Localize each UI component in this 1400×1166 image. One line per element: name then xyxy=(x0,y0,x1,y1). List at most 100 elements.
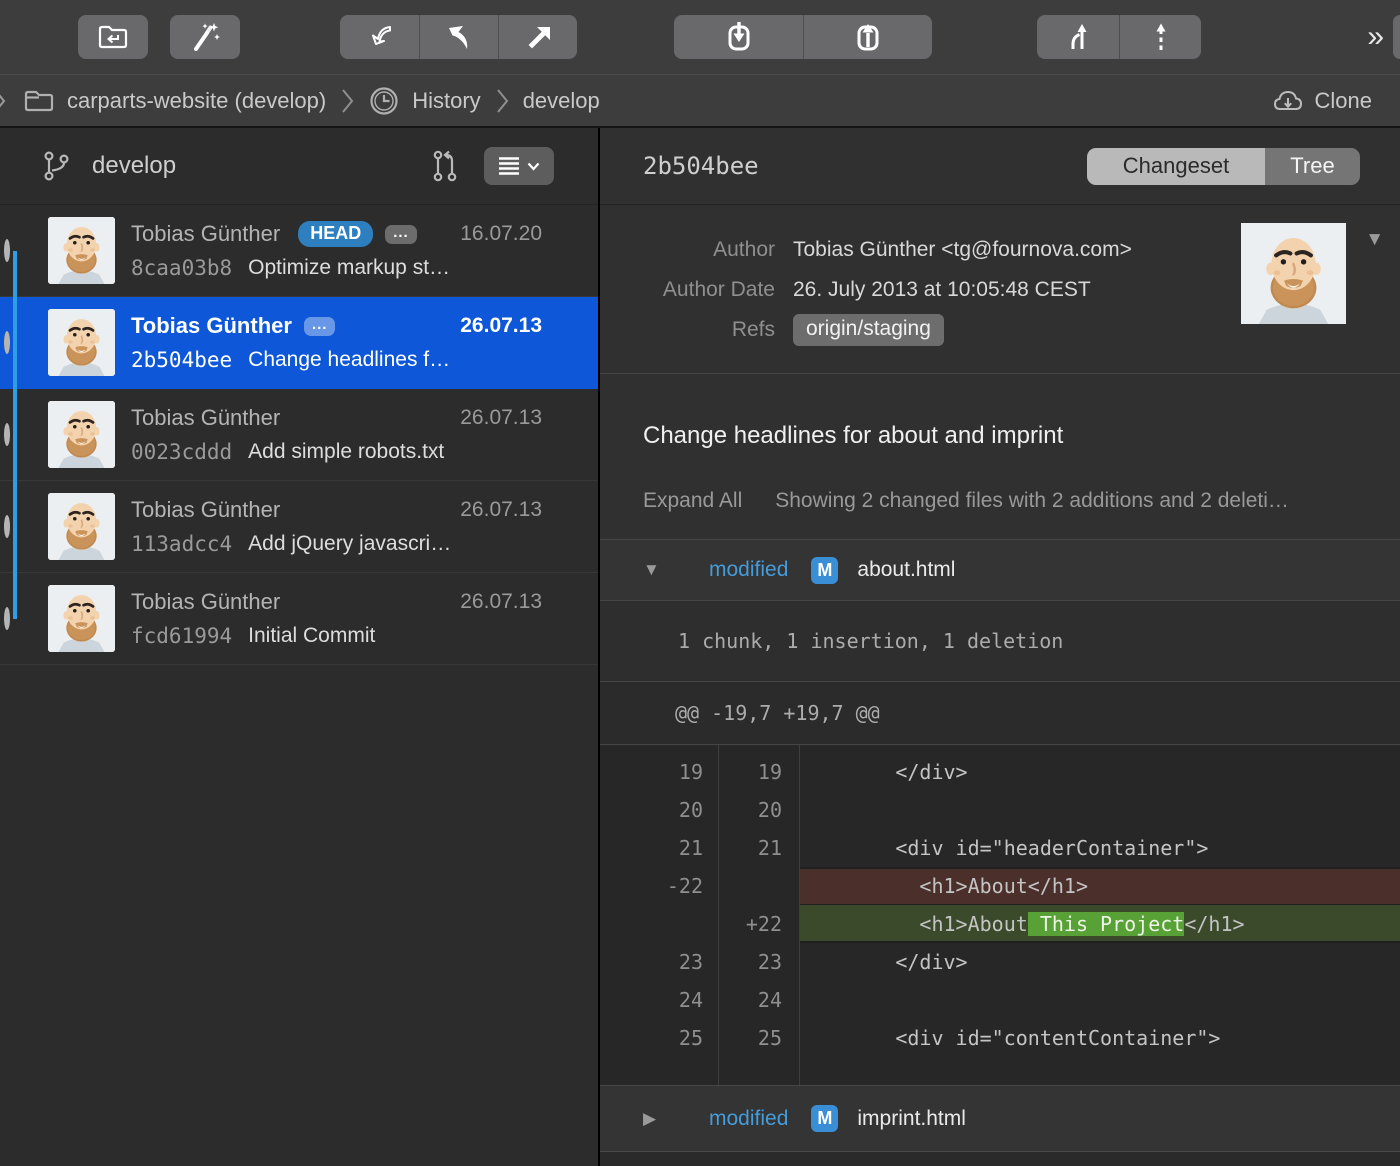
clone-button[interactable]: Clone xyxy=(1271,88,1372,114)
breadcrumb-history[interactable]: History xyxy=(368,85,480,117)
code-text: </div> xyxy=(799,753,1400,791)
code-text xyxy=(799,791,1400,829)
merge-icon xyxy=(1062,21,1094,53)
commit-line1: Tobias Günther26.07.13 xyxy=(131,405,542,431)
magic-wand-icon xyxy=(188,21,222,53)
commit-graph-line xyxy=(13,251,17,619)
code-text xyxy=(799,981,1400,1019)
new-line-number: 19 xyxy=(718,753,799,791)
commit-text: Tobias GüntherHEAD...16.07.208caa03b8Opt… xyxy=(116,221,542,280)
gutter-separator xyxy=(799,745,800,1085)
refs-badge[interactable]: origin/staging xyxy=(793,314,944,346)
commit-text: Tobias Günther...26.07.132b504beeChange … xyxy=(116,313,542,372)
breadcrumb-separator-icon xyxy=(495,86,509,116)
file-row-about[interactable]: ▼ modified M about.html xyxy=(600,539,1400,601)
commit-line2: 8caa03b8Optimize markup st… xyxy=(131,256,542,280)
toolbar-overflow-chevrons-icon[interactable]: » xyxy=(1367,20,1380,54)
pull-icon xyxy=(724,20,754,54)
pull-button[interactable] xyxy=(674,15,803,59)
new-line-number: 24 xyxy=(718,981,799,1019)
curved-arrow-solid-button[interactable] xyxy=(419,15,498,59)
commit-node-icon xyxy=(4,331,10,354)
file-row-imprint[interactable]: ▶ modified M imprint.html xyxy=(600,1085,1400,1151)
merge-button[interactable] xyxy=(1037,15,1119,59)
disclosure-collapsed-icon[interactable]: ▶ xyxy=(643,1109,665,1129)
commit-row[interactable]: Tobias Günther26.07.130023cdddAdd simple… xyxy=(0,389,598,481)
commit-row[interactable]: Tobias Günther26.07.13 fcd61994Initial Co… xyxy=(0,573,598,665)
clone-label: Clone xyxy=(1315,88,1372,114)
more-refs-badge[interactable]: ... xyxy=(385,225,417,244)
file-name: about.html xyxy=(857,558,955,582)
folder-icon xyxy=(23,88,55,114)
sync-group xyxy=(674,15,932,59)
commit-line2: 113adcc4Add jQuery javascri… xyxy=(131,532,542,556)
author-label: Author xyxy=(600,238,775,262)
history-clock-icon xyxy=(368,85,400,117)
expand-all-button[interactable]: Expand All xyxy=(643,489,742,513)
new-line-number: +22 xyxy=(718,905,799,943)
breadcrumb-repo[interactable]: carparts-website (develop) xyxy=(23,88,326,114)
commit-message-section: Change headlines for about and imprint E… xyxy=(600,374,1400,539)
push-icon xyxy=(853,20,883,54)
open-repo-button[interactable] xyxy=(78,15,148,59)
graph-cell xyxy=(0,242,48,260)
commit-author: Tobias Günther xyxy=(131,497,280,523)
old-line-number: 20 xyxy=(600,791,718,829)
commit-list: Tobias GüntherHEAD...16.07.208caa03b8Opt… xyxy=(0,205,598,665)
hunk-header: @@ -19,7 +19,7 @@ xyxy=(600,681,1400,745)
commit-subject: Optimize markup st… xyxy=(248,256,450,280)
list-lines-icon xyxy=(498,156,520,176)
curved-arrow-outline-button[interactable] xyxy=(340,15,419,59)
tab-tree[interactable]: Tree xyxy=(1265,148,1360,185)
commit-date: 26.07.13 xyxy=(460,590,542,614)
breadcrumb-edge-chevron-icon xyxy=(0,86,7,116)
commit-meta: Author Tobias Günther <tg@fournova.com> … xyxy=(600,205,1400,374)
toolbar-clipped-button[interactable] xyxy=(1393,15,1400,59)
commit-subject: Change headlines f… xyxy=(248,348,450,372)
diff-line: 2525 <div id="contentContainer"> xyxy=(600,1019,1400,1057)
code-text: <div id="headerContainer"> xyxy=(799,829,1400,867)
old-line-number: -22 xyxy=(600,867,718,905)
quick-actions-button[interactable] xyxy=(170,15,240,59)
more-refs-badge[interactable]: ... xyxy=(304,317,336,336)
commit-node-icon xyxy=(4,515,10,538)
toolbar: » xyxy=(0,0,1400,74)
breadcrumb-branch-label[interactable]: develop xyxy=(523,88,600,114)
commit-node-icon xyxy=(4,423,10,446)
commit-hash: 2b504bee xyxy=(131,348,232,372)
commit-subject: Add simple robots.txt xyxy=(248,440,444,464)
diff-line: -22 <h1>About</h1> xyxy=(600,867,1400,905)
history-actions-group xyxy=(340,15,577,59)
arrow-up-right-icon xyxy=(520,21,556,53)
diff-line: 1919 </div> xyxy=(600,753,1400,791)
rebase-button[interactable] xyxy=(1119,15,1201,59)
cloud-download-icon xyxy=(1271,88,1305,114)
push-button[interactable] xyxy=(803,15,932,59)
old-line-number: 25 xyxy=(600,1019,718,1057)
commit-avatar xyxy=(48,401,115,468)
new-line-number: 20 xyxy=(718,791,799,829)
compare-icon[interactable] xyxy=(428,147,462,185)
gutter-separator xyxy=(718,745,719,1085)
detail-header: 2b504bee Changeset Tree xyxy=(600,128,1400,205)
commit-date: 16.07.20 xyxy=(460,222,542,246)
commit-line1: Tobias Günther26.07.13 xyxy=(131,589,542,615)
commit-id: 2b504bee xyxy=(643,152,759,180)
avatar-dropdown-icon[interactable]: ▼ xyxy=(1365,229,1384,251)
disclosure-expanded-icon[interactable]: ▼ xyxy=(643,560,665,580)
modified-badge: M xyxy=(811,557,838,584)
arrow-up-right-button[interactable] xyxy=(498,15,577,59)
graph-cell xyxy=(0,334,48,352)
diff-line: 2424 xyxy=(600,981,1400,1019)
commit-row[interactable]: Tobias GüntherHEAD...16.07.208caa03b8Opt… xyxy=(0,205,598,297)
view-options-button[interactable] xyxy=(484,147,554,185)
commit-date: 26.07.13 xyxy=(460,406,542,430)
history-sidebar: develop xyxy=(0,128,600,1166)
commit-node-icon xyxy=(4,239,10,262)
commit-row[interactable]: Tobias Günther26.07.13113adcc4Add jQuery… xyxy=(0,481,598,573)
commit-line2: fcd61994Initial Commit xyxy=(131,624,542,648)
modified-badge: M xyxy=(811,1105,838,1132)
tab-changeset[interactable]: Changeset xyxy=(1087,148,1265,185)
commit-row[interactable]: Tobias Günther...26.07.132b504beeChange … xyxy=(0,297,598,389)
file-name: imprint.html xyxy=(857,1107,966,1131)
